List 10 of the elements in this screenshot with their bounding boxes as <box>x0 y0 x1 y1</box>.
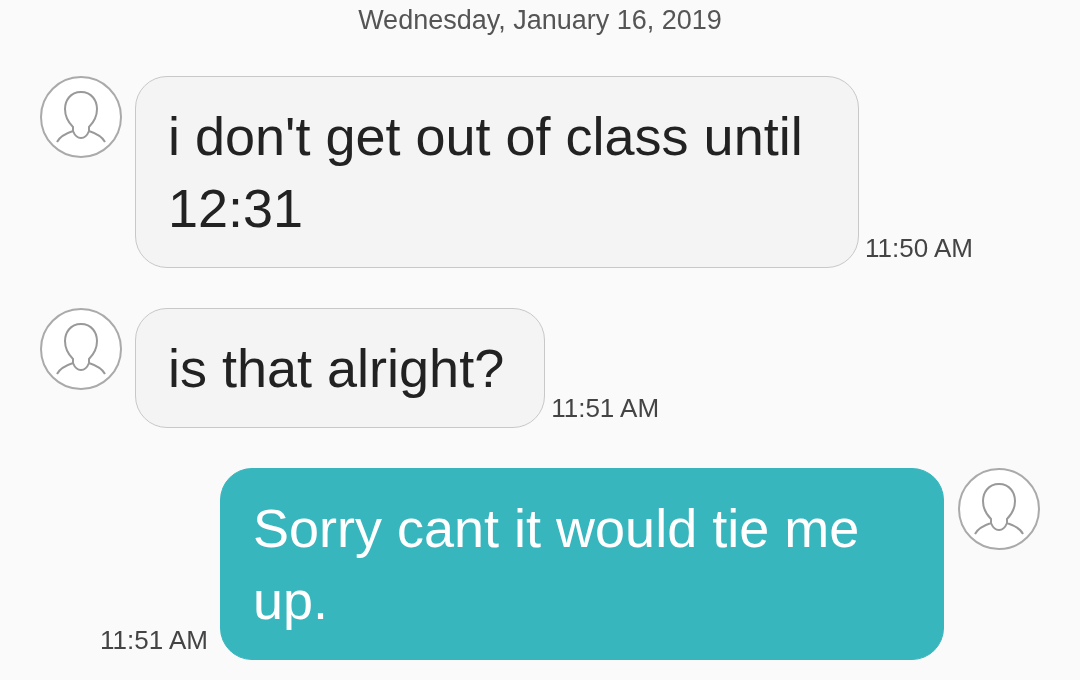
avatar-icon <box>40 76 122 158</box>
message-bubble: is that alright? <box>135 308 546 428</box>
message-time: 11:51 AM <box>551 393 660 424</box>
date-header: Wednesday, January 16, 2019 <box>358 4 722 36</box>
avatar-icon <box>958 468 1040 550</box>
message-bubble: Sorry cant it would tie me up. <box>220 468 944 660</box>
avatar-icon <box>40 308 122 390</box>
message-bubble: i don't get out of class until 12:31 <box>135 76 859 268</box>
message-time: 11:51 AM <box>100 625 208 656</box>
message-time: 11:50 AM <box>865 233 973 264</box>
